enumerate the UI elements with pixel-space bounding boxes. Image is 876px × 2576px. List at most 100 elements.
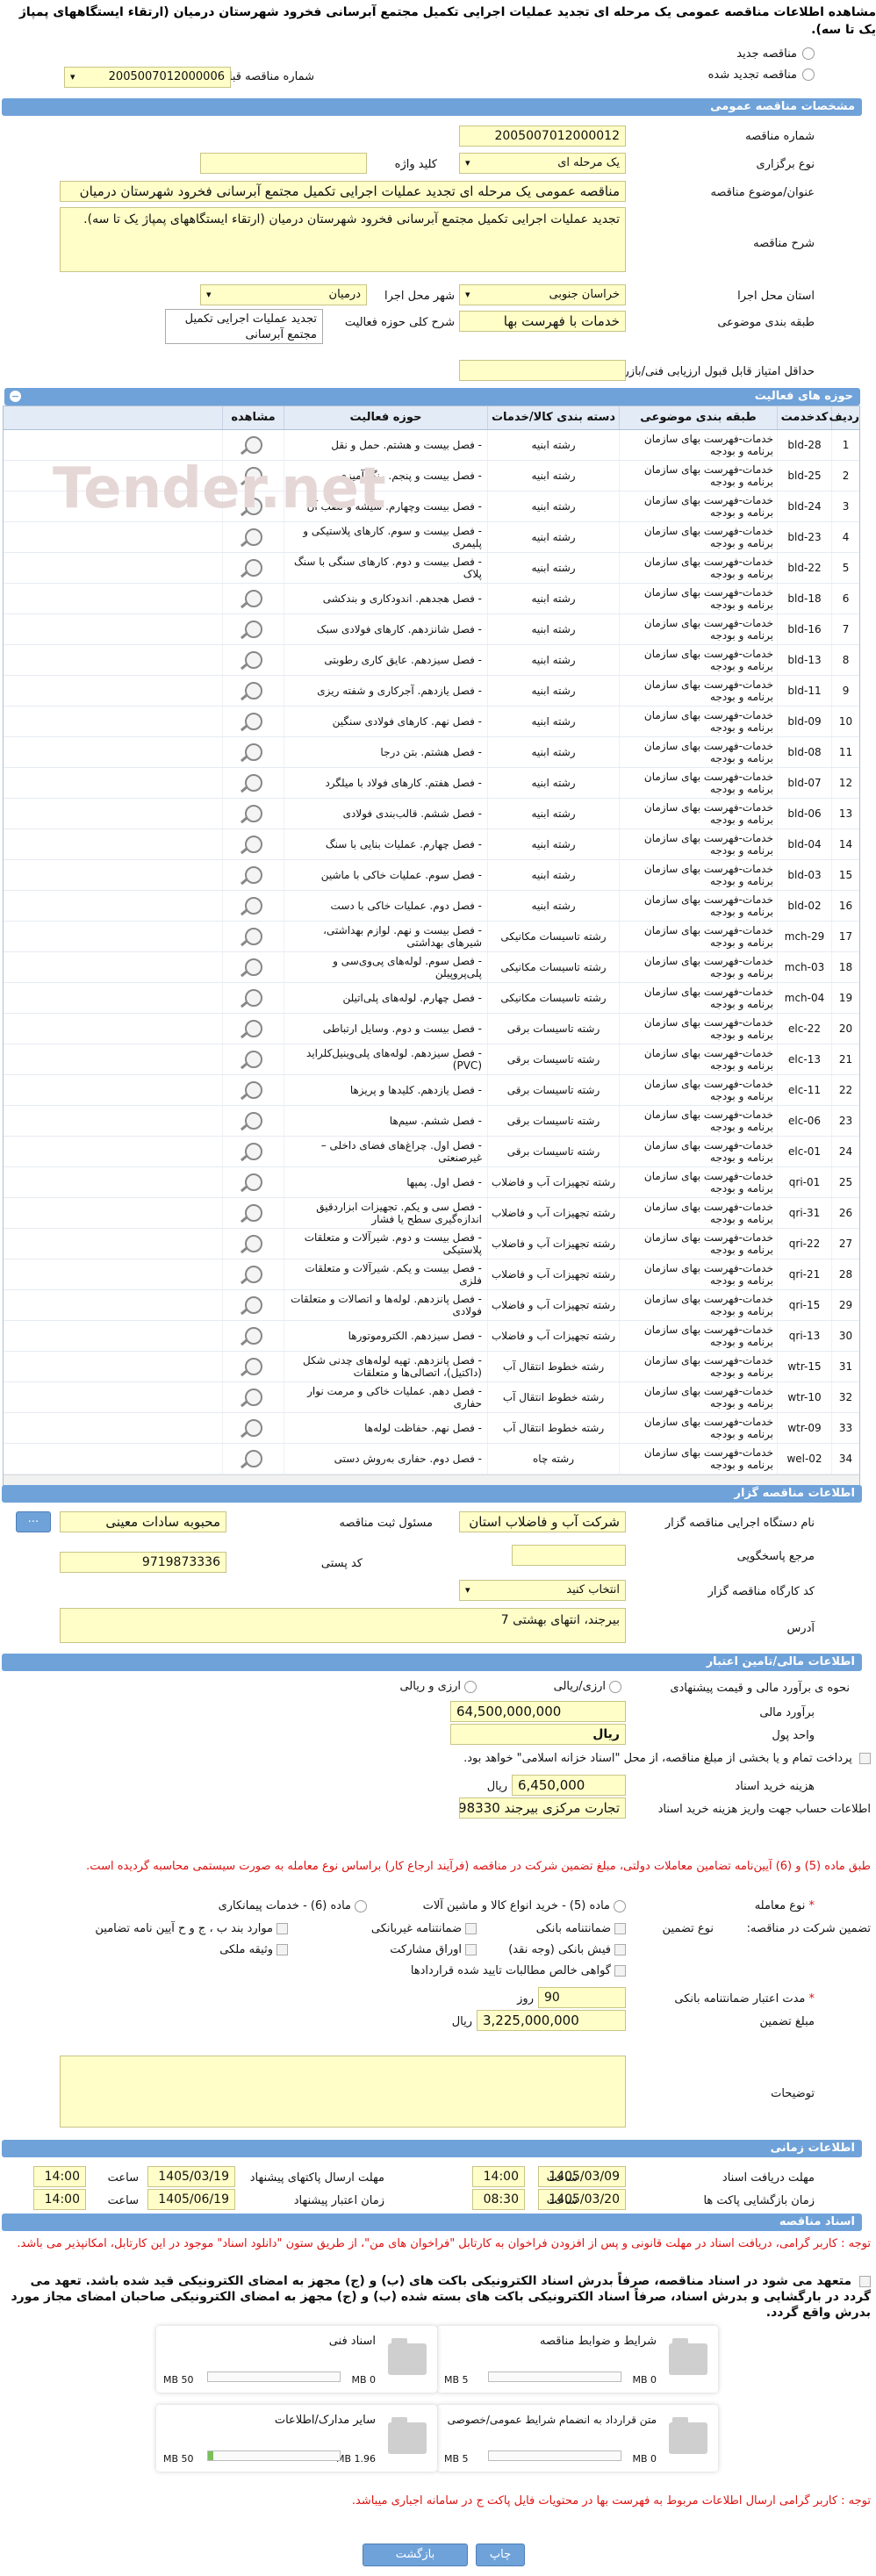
magnifier-icon[interactable] <box>244 590 262 607</box>
tender-number-field[interactable]: 2005007012000012 <box>459 126 626 147</box>
province-select[interactable]: خراسان جنوبی <box>459 284 626 305</box>
radio-icon[interactable] <box>614 1899 626 1912</box>
view-cell[interactable] <box>222 1352 284 1381</box>
scope-listbox[interactable]: تجدید عملیات اجرایی تکمیل مجتمع آبرسانی <box>165 309 323 344</box>
view-cell[interactable] <box>222 645 284 675</box>
radio-renewed-tender[interactable]: مناقصه تجدید شده <box>708 65 815 84</box>
back-button[interactable]: بازگشت <box>363 2544 468 2566</box>
magnifier-icon[interactable] <box>244 836 262 853</box>
checkbox-icon[interactable] <box>614 1923 626 1934</box>
magnifier-icon[interactable] <box>244 559 262 577</box>
view-cell[interactable] <box>222 1167 284 1197</box>
amount-field[interactable]: 3,225,000,000 <box>477 2010 626 2031</box>
magnifier-icon[interactable] <box>244 743 262 761</box>
magnifier-icon[interactable] <box>244 1020 262 1037</box>
category-field[interactable]: خدمات با فهرست بها <box>459 311 626 332</box>
magnifier-icon[interactable] <box>244 866 262 884</box>
magnifier-icon[interactable] <box>244 1235 262 1252</box>
magnifier-icon[interactable] <box>244 958 262 976</box>
view-cell[interactable] <box>222 1014 284 1044</box>
holding-type-select[interactable]: یک مرحله ای <box>459 153 626 174</box>
checkbox-icon[interactable] <box>465 1923 477 1934</box>
doc-box-technical[interactable]: اسناد فنی 0 MB 50 MB <box>156 2326 437 2393</box>
checkbox-icon[interactable] <box>859 1753 871 1764</box>
view-cell[interactable] <box>222 737 284 767</box>
submit-time-field[interactable]: 14:00 <box>33 2166 86 2187</box>
magnifier-icon[interactable] <box>244 621 262 638</box>
magnifier-icon[interactable] <box>244 1204 262 1222</box>
valid-date-field[interactable]: 1405/06/19 <box>147 2189 235 2210</box>
view-cell[interactable] <box>222 983 284 1013</box>
magnifier-icon[interactable] <box>244 1358 262 1375</box>
view-cell[interactable] <box>222 522 284 552</box>
radio-new-tender[interactable]: مناقصه جدید <box>736 44 815 63</box>
radio-deal-5[interactable]: ماده (5) - خرید انواع کالا و ماشین آلات <box>423 1899 626 1912</box>
view-cell[interactable] <box>222 1290 284 1320</box>
more-button[interactable]: ... <box>16 1511 51 1532</box>
magnifier-icon[interactable] <box>244 805 262 822</box>
view-cell[interactable] <box>222 614 284 644</box>
doc-box-other[interactable]: سایر مدارک/اطلاعات 1.96 MB 50 MB <box>156 2405 437 2472</box>
view-cell[interactable] <box>222 1106 284 1136</box>
radio-rial[interactable]: ارزی/ریالی <box>554 1680 621 1693</box>
g7-checkbox[interactable]: گواهی خالص مطالبات تایید شده قراردادها <box>411 1964 626 1977</box>
validity-field[interactable]: 90 <box>538 1987 626 2008</box>
magnifier-icon[interactable] <box>244 897 262 915</box>
keyword-field[interactable] <box>200 153 367 174</box>
magnifier-icon[interactable] <box>244 682 262 700</box>
view-cell[interactable] <box>222 1229 284 1259</box>
address-field[interactable]: بیرجند، انتهای بهشتی 7 <box>60 1608 626 1643</box>
magnifier-icon[interactable] <box>244 989 262 1007</box>
view-cell[interactable] <box>222 922 284 951</box>
workshop-select[interactable]: انتخاب کنید <box>459 1580 626 1601</box>
view-cell[interactable] <box>222 1075 284 1105</box>
valid-time-field[interactable]: 14:00 <box>33 2189 86 2210</box>
view-cell[interactable] <box>222 584 284 614</box>
radio-deal-6[interactable]: ماده (6) - خدمات پیمانکاری <box>219 1899 367 1912</box>
doc-box-contract[interactable]: متن قرارداد به انضمام شرایط عمومی/خصوصی … <box>437 2405 718 2472</box>
min-score-field[interactable] <box>459 360 626 381</box>
checkbox-icon[interactable] <box>276 1923 288 1934</box>
checkbox-icon[interactable] <box>859 2275 871 2287</box>
radio-icon[interactable] <box>464 1680 477 1693</box>
description-field[interactable]: تجدید عملیات اجرایی تکمیل مجتمع آبرسانی … <box>60 207 626 272</box>
receive-time-field[interactable]: 14:00 <box>472 2166 525 2187</box>
magnifier-icon[interactable] <box>244 436 262 454</box>
g2-checkbox[interactable]: ضمانتنامه غیربانکی <box>371 1922 477 1935</box>
view-cell[interactable] <box>222 1444 284 1474</box>
city-select[interactable]: درمیان <box>200 284 367 305</box>
submit-date-field[interactable]: 1405/03/19 <box>147 2166 235 2187</box>
magnifier-icon[interactable] <box>244 928 262 945</box>
responsible-field[interactable]: محبوبه سادات معینی <box>60 1511 226 1532</box>
radio-icon[interactable] <box>355 1899 367 1912</box>
checkbox-icon[interactable] <box>614 1965 626 1977</box>
g6-checkbox[interactable]: وثیقه ملکی <box>219 1943 288 1956</box>
org-field[interactable]: شرکت آب و فاضلاب استان <box>459 1511 626 1532</box>
magnifier-icon[interactable] <box>244 1112 262 1130</box>
view-cell[interactable] <box>222 430 284 460</box>
magnifier-icon[interactable] <box>244 1450 262 1467</box>
magnifier-icon[interactable] <box>244 1051 262 1068</box>
radio-icon[interactable] <box>609 1680 621 1693</box>
magnifier-icon[interactable] <box>244 1388 262 1406</box>
notes-field[interactable] <box>60 2056 626 2128</box>
magnifier-icon[interactable] <box>244 1296 262 1314</box>
view-cell[interactable] <box>222 768 284 798</box>
magnifier-icon[interactable] <box>244 1327 262 1345</box>
magnifier-icon[interactable] <box>244 1143 262 1160</box>
currency-field[interactable]: ریال <box>450 1724 626 1745</box>
view-cell[interactable] <box>222 1044 284 1074</box>
g5-checkbox[interactable]: اوراق مشارکت <box>390 1943 477 1956</box>
view-cell[interactable] <box>222 1198 284 1228</box>
reference-field[interactable] <box>512 1545 626 1566</box>
g1-checkbox[interactable]: ضمانتنامه بانکی <box>536 1922 626 1935</box>
collapse-icon[interactable]: − <box>10 391 21 402</box>
radio-fx[interactable]: ارزی و ریالی <box>399 1680 477 1693</box>
open-time-field[interactable]: 08:30 <box>472 2189 525 2210</box>
view-cell[interactable] <box>222 952 284 982</box>
view-cell[interactable] <box>222 1413 284 1443</box>
postal-code-field[interactable]: 9719873336 <box>60 1552 226 1573</box>
checkbox-icon[interactable] <box>276 1944 288 1955</box>
magnifier-icon[interactable] <box>244 528 262 546</box>
account-field[interactable]: تجارت مرکزی بیرجند 098330 <box>459 1797 626 1819</box>
